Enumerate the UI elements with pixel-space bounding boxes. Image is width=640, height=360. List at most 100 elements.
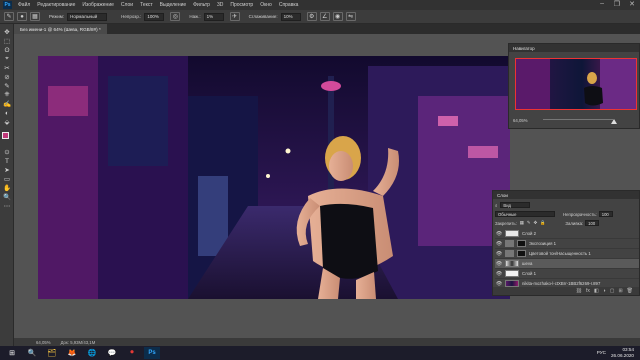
layer-row[interactable]: 👁 Экспозиция 1 [495, 239, 639, 249]
move-tool-icon[interactable]: ✥ [2, 28, 12, 36]
marquee-tool-icon[interactable]: ⬚ [2, 37, 12, 45]
menu-image[interactable]: Изображение [82, 2, 114, 8]
foreground-color-swatch[interactable] [2, 132, 9, 139]
layer-opacity-field[interactable]: 100 [598, 211, 613, 217]
layer-row[interactable]: 👁 Слой 1 [495, 269, 639, 279]
layers-lock-row: Закрепить: ▦ ✎ ✥ 🔒 Заливка: 100 [495, 219, 639, 227]
discord-icon[interactable]: 💬 [104, 347, 120, 359]
close-button[interactable]: ✕ [629, 0, 635, 8]
photoshop-taskbar-icon[interactable]: Ps [144, 347, 160, 359]
system-clock[interactable]: 03:54 26.06.2020 [611, 347, 634, 359]
crop-tool-icon[interactable]: ✂ [2, 64, 12, 72]
visibility-eye-icon[interactable]: 👁 [495, 271, 503, 277]
tools-panel: ✥ ⬚ ʘ ⌖ ✂ ⊘ ✎ ⎈ ✍ ◐ ⬙ ⊙ T ➤ ▭ ✋ 🔍 ⋯ [0, 24, 14, 346]
photoshop-logo: Ps [3, 1, 12, 9]
quick-select-icon[interactable]: ⌖ [2, 55, 12, 63]
navigator-panel: Навигатор 64,05% [508, 43, 640, 129]
navigator-zoom-slider[interactable] [543, 119, 617, 124]
layers-title: Слои [493, 191, 639, 199]
status-zoom[interactable]: 64,05% [36, 340, 51, 345]
blend-mode-select[interactable]: Обычные [495, 211, 555, 217]
eraser-tool-icon[interactable]: ◐ [2, 109, 12, 117]
menu-select[interactable]: Выделение [160, 2, 187, 8]
pressure-size-icon[interactable]: ◉ [332, 12, 343, 21]
new-group-icon[interactable]: ▢ [610, 288, 615, 294]
brush-tool-icon[interactable]: ✍ [2, 100, 12, 108]
mode-label: Режим: [49, 14, 65, 19]
menu-type[interactable]: Текст [140, 2, 153, 8]
brush-panel-icon[interactable]: ▦ [30, 12, 40, 21]
visibility-eye-icon[interactable]: 👁 [495, 231, 503, 237]
menu-help[interactable]: Справка [279, 2, 299, 8]
menu-file[interactable]: Файл [18, 2, 30, 8]
menu-view[interactable]: Просмотр [230, 2, 253, 8]
lock-all-icon[interactable]: 🔒 [540, 220, 545, 226]
clone-stamp-icon[interactable]: ⎈ [2, 91, 12, 99]
new-layer-icon[interactable]: ⊞ [618, 288, 622, 294]
document-tab-bar: Без имени-1 @ 64% (Шева, RGB/8#) * [14, 24, 640, 34]
airbrush-icon[interactable]: ✈ [229, 12, 240, 21]
layer-row[interactable]: 👁 Слой 2 [495, 229, 639, 239]
mode-select[interactable]: Нормальный [67, 12, 108, 21]
path-select-icon[interactable]: ➤ [2, 166, 12, 174]
adjustment-layer-icon[interactable]: ◑ [603, 288, 606, 294]
pressure-opacity-icon[interactable]: ◎ [170, 12, 181, 21]
symmetry-icon[interactable]: ⇋ [345, 12, 356, 21]
navigator-zoom-value[interactable]: 64,05% [513, 118, 528, 123]
brush-tool-icon[interactable]: ✎ [4, 12, 14, 21]
angle-icon[interactable]: ∠ [319, 12, 330, 21]
smoothing-field[interactable]: 10% [280, 12, 301, 21]
hand-tool-icon[interactable]: ✋ [2, 184, 12, 192]
firefox-icon[interactable]: 🦊 [64, 347, 80, 359]
navigator-zoom-knob[interactable] [611, 119, 617, 124]
gear-icon[interactable]: ⚙ [306, 12, 317, 21]
visibility-eye-icon[interactable]: 👁 [495, 241, 503, 247]
menu-edit[interactable]: Редактирование [37, 2, 75, 8]
start-button-icon[interactable]: ⊞ [4, 347, 20, 359]
fill-field[interactable]: 100 [585, 220, 600, 226]
lock-pixels-icon[interactable]: ▦ [520, 220, 524, 226]
zoom-tool-icon[interactable]: 🔍 [2, 193, 12, 201]
visibility-eye-icon[interactable]: 👁 [495, 261, 503, 267]
layer-row[interactable]: 👁 Цветовой тон/Насыщенность 1 [495, 249, 639, 259]
brush-preset-icon[interactable]: ● [17, 12, 27, 21]
layer-row-selected[interactable]: 👁 шеva [495, 259, 639, 269]
minimize-button[interactable]: – [600, 0, 604, 7]
healing-brush-icon[interactable]: ✎ [2, 82, 12, 90]
canvas-image[interactable] [38, 56, 510, 299]
link-layers-icon[interactable]: ⛓ [576, 288, 582, 294]
menu-3d[interactable]: 3D [217, 2, 223, 8]
fill-label: Заливка: [565, 220, 584, 226]
document-tab[interactable]: Без имени-1 @ 64% (Шева, RGB/8#) * [14, 24, 107, 34]
menu-filter[interactable]: Фильтр [193, 2, 210, 8]
lock-move-icon[interactable]: ✥ [533, 220, 537, 226]
layers-panel: Слои ⌕ Вид Обычные Непрозрачность: 100 З… [492, 190, 640, 296]
recorder-icon[interactable]: ⏺ [124, 347, 140, 359]
gradient-tool-icon[interactable]: ⬙ [2, 118, 12, 126]
layer-name: шеva [522, 261, 533, 266]
flow-field[interactable]: 1% [203, 12, 224, 21]
navigator-view-box[interactable] [515, 58, 637, 110]
maximize-button[interactable]: ❐ [614, 0, 620, 8]
opacity-field[interactable]: 100% [144, 12, 165, 21]
lasso-tool-icon[interactable]: ʘ [2, 46, 12, 54]
delete-layer-icon[interactable]: 🗑 [627, 288, 633, 294]
search-icon[interactable]: 🔍 [24, 347, 40, 359]
type-tool-icon[interactable]: T [2, 157, 12, 165]
layer-style-icon[interactable]: fx [586, 288, 590, 294]
file-explorer-icon[interactable]: 🗂 [44, 347, 60, 359]
layer-filter-select[interactable]: Вид [500, 202, 531, 208]
add-mask-icon[interactable]: ◧ [594, 288, 599, 294]
language-indicator[interactable]: РУС [597, 350, 606, 355]
visibility-eye-icon[interactable]: 👁 [495, 281, 503, 287]
more-tools-icon[interactable]: ⋯ [2, 202, 12, 210]
chrome-icon[interactable]: 🌐 [84, 347, 100, 359]
menu-layers[interactable]: Слои [121, 2, 133, 8]
layers-blend-row: Обычные Непрозрачность: 100 [495, 210, 639, 218]
lock-brush-icon[interactable]: ✎ [527, 220, 531, 226]
eyedropper-icon[interactable]: ⊘ [2, 73, 12, 81]
menu-window[interactable]: Окно [260, 2, 272, 8]
rectangle-tool-icon[interactable]: ▭ [2, 175, 12, 183]
dodge-tool-icon[interactable]: ⊙ [2, 148, 12, 156]
visibility-eye-icon[interactable]: 👁 [495, 251, 503, 257]
